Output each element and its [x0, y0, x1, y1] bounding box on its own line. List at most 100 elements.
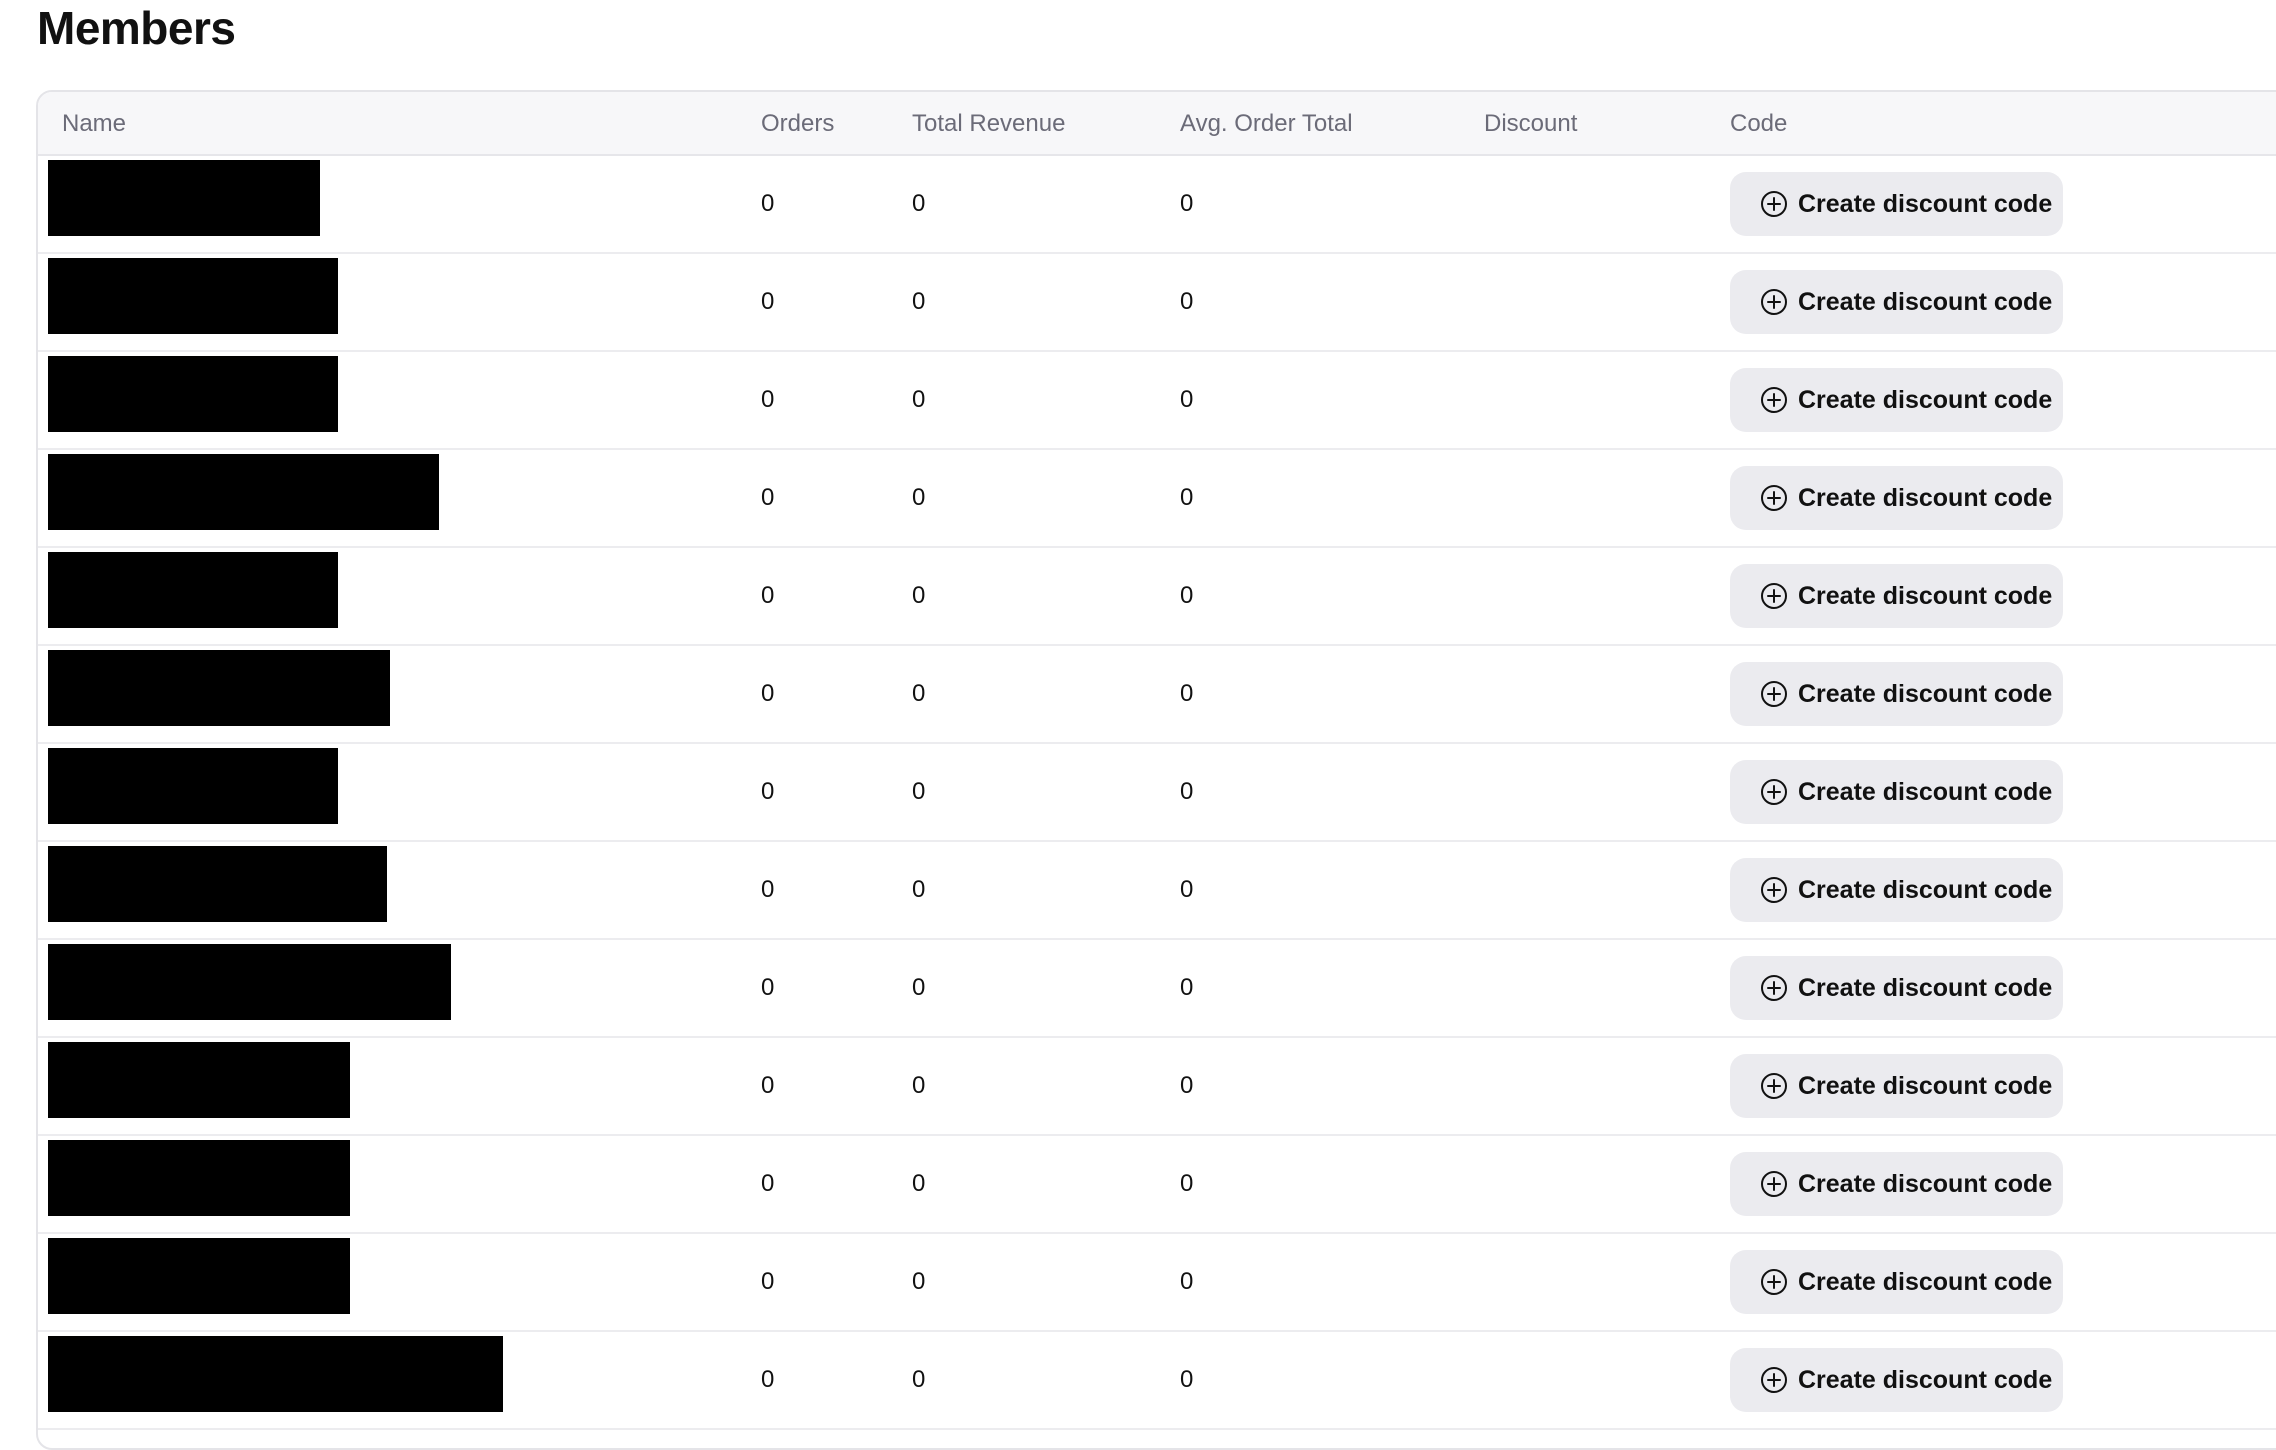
plus-circle-icon: [1760, 778, 1788, 806]
avg-order-total-cell: 0: [1180, 582, 1194, 609]
avg-order-total-cell: 0: [1180, 1366, 1194, 1393]
column-header-discount[interactable]: Discount: [1484, 92, 1577, 156]
orders-cell: 0: [761, 1366, 775, 1393]
avg-order-total-cell: 0: [1180, 484, 1194, 511]
total-revenue-cell: 0: [912, 680, 926, 707]
total-revenue-cell: 0: [912, 876, 926, 903]
orders-cell: 0: [761, 190, 775, 217]
column-header-avg-order-total[interactable]: Avg. Order Total: [1180, 92, 1353, 156]
avg-order-total-cell: 0: [1180, 778, 1194, 805]
avg-order-total-cell: 0: [1180, 1072, 1194, 1099]
redacted-name: [48, 356, 338, 432]
total-revenue-cell: 0: [912, 484, 926, 511]
plus-circle-icon: [1760, 1170, 1788, 1198]
avg-order-total-cell: 0: [1180, 288, 1194, 315]
column-header-orders[interactable]: Orders: [761, 92, 834, 156]
create-discount-code-button[interactable]: Create discount code: [1730, 858, 2063, 922]
redacted-name: [48, 1238, 350, 1314]
orders-cell: 0: [761, 974, 775, 1001]
orders-cell: 0: [761, 1170, 775, 1197]
column-header-code[interactable]: Code: [1730, 92, 1787, 156]
total-revenue-cell: 0: [912, 778, 926, 805]
table-header: Name Orders Total Revenue Avg. Order Tot…: [38, 92, 2276, 156]
create-discount-code-label: Create discount code: [1798, 875, 2053, 904]
avg-order-total-cell: 0: [1180, 1268, 1194, 1295]
avg-order-total-cell: 0: [1180, 680, 1194, 707]
create-discount-code-button[interactable]: Create discount code: [1730, 760, 2063, 824]
table-row: 0 0 0 Create discount code: [38, 352, 2276, 450]
plus-circle-icon: [1760, 484, 1788, 512]
total-revenue-cell: 0: [912, 190, 926, 217]
create-discount-code-label: Create discount code: [1798, 973, 2053, 1002]
plus-circle-icon: [1760, 190, 1788, 218]
table-row: 0 0 0 Create discount code: [38, 1136, 2276, 1234]
redacted-name: [48, 552, 338, 628]
orders-cell: 0: [761, 680, 775, 707]
plus-circle-icon: [1760, 876, 1788, 904]
create-discount-code-button[interactable]: Create discount code: [1730, 956, 2063, 1020]
create-discount-code-label: Create discount code: [1798, 777, 2053, 806]
table-row: 0 0 0 Create discount code: [38, 1038, 2276, 1136]
create-discount-code-label: Create discount code: [1798, 287, 2053, 316]
orders-cell: 0: [761, 778, 775, 805]
orders-cell: 0: [761, 484, 775, 511]
table-row: 0 0 0 Create discount code: [38, 842, 2276, 940]
table-row: 0 0 0 Create discount code: [38, 1234, 2276, 1332]
create-discount-code-button[interactable]: Create discount code: [1730, 466, 2063, 530]
total-revenue-cell: 0: [912, 974, 926, 1001]
redacted-name: [48, 846, 387, 922]
create-discount-code-label: Create discount code: [1798, 1365, 2053, 1394]
table-row: 0 0 0 Create discount code: [38, 646, 2276, 744]
total-revenue-cell: 0: [912, 288, 926, 315]
create-discount-code-button[interactable]: Create discount code: [1730, 1250, 2063, 1314]
plus-circle-icon: [1760, 974, 1788, 1002]
plus-circle-icon: [1760, 680, 1788, 708]
avg-order-total-cell: 0: [1180, 1170, 1194, 1197]
table-row: 0 0 0 Create discount code: [38, 450, 2276, 548]
total-revenue-cell: 0: [912, 1170, 926, 1197]
table-row: 0 0 0 Create discount code: [38, 1332, 2276, 1430]
create-discount-code-button[interactable]: Create discount code: [1730, 172, 2063, 236]
avg-order-total-cell: 0: [1180, 876, 1194, 903]
orders-cell: 0: [761, 386, 775, 413]
table-row: 0 0 0 Create discount code: [38, 254, 2276, 352]
total-revenue-cell: 0: [912, 386, 926, 413]
table-body: 0 0 0 Create discount code 0 0 0 Create …: [38, 156, 2276, 1430]
redacted-name: [48, 944, 451, 1020]
redacted-name: [48, 454, 439, 530]
plus-circle-icon: [1760, 386, 1788, 414]
create-discount-code-label: Create discount code: [1798, 679, 2053, 708]
members-table: Name Orders Total Revenue Avg. Order Tot…: [36, 90, 2276, 1450]
create-discount-code-button[interactable]: Create discount code: [1730, 270, 2063, 334]
avg-order-total-cell: 0: [1180, 974, 1194, 1001]
orders-cell: 0: [761, 1268, 775, 1295]
create-discount-code-button[interactable]: Create discount code: [1730, 662, 2063, 726]
table-row: 0 0 0 Create discount code: [38, 940, 2276, 1038]
create-discount-code-button[interactable]: Create discount code: [1730, 1348, 2063, 1412]
redacted-name: [48, 160, 320, 236]
redacted-name: [48, 1336, 503, 1412]
orders-cell: 0: [761, 1072, 775, 1099]
total-revenue-cell: 0: [912, 582, 926, 609]
redacted-name: [48, 748, 338, 824]
create-discount-code-button[interactable]: Create discount code: [1730, 368, 2063, 432]
table-row: 0 0 0 Create discount code: [38, 548, 2276, 646]
create-discount-code-label: Create discount code: [1798, 189, 2053, 218]
create-discount-code-button[interactable]: Create discount code: [1730, 1054, 2063, 1118]
plus-circle-icon: [1760, 1268, 1788, 1296]
create-discount-code-label: Create discount code: [1798, 1169, 2053, 1198]
table-row: 0 0 0 Create discount code: [38, 744, 2276, 842]
create-discount-code-button[interactable]: Create discount code: [1730, 1152, 2063, 1216]
plus-circle-icon: [1760, 582, 1788, 610]
redacted-name: [48, 650, 390, 726]
total-revenue-cell: 0: [912, 1072, 926, 1099]
column-header-name[interactable]: Name: [62, 92, 126, 156]
total-revenue-cell: 0: [912, 1268, 926, 1295]
column-header-total-revenue[interactable]: Total Revenue: [912, 92, 1065, 156]
total-revenue-cell: 0: [912, 1366, 926, 1393]
orders-cell: 0: [761, 876, 775, 903]
create-discount-code-button[interactable]: Create discount code: [1730, 564, 2063, 628]
plus-circle-icon: [1760, 288, 1788, 316]
orders-cell: 0: [761, 288, 775, 315]
create-discount-code-label: Create discount code: [1798, 385, 2053, 414]
